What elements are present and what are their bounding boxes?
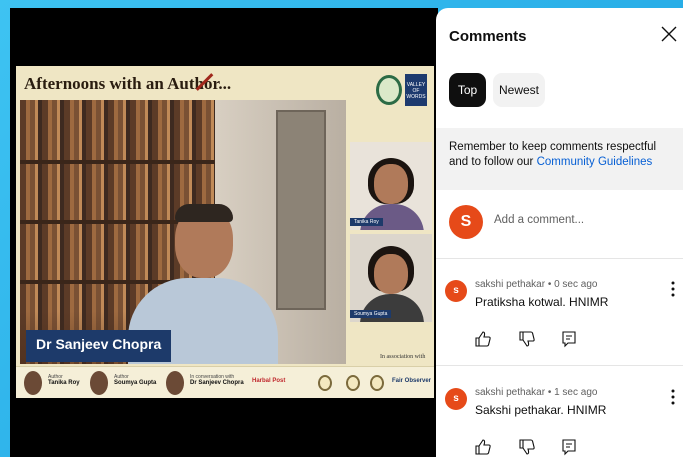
sponsor-logo: Fair Observer bbox=[392, 378, 432, 384]
comment-meta: sakshi pethakar • 0 sec ago bbox=[475, 279, 598, 290]
thumbs-up-icon[interactable] bbox=[474, 438, 492, 456]
seal-icon bbox=[318, 375, 332, 391]
add-comment-row: S Add a comment... bbox=[436, 196, 683, 258]
author-photo bbox=[90, 371, 108, 395]
host-photo bbox=[166, 371, 184, 395]
tab-newest[interactable]: Newest bbox=[493, 73, 545, 107]
comments-panel: Comments Top Newest Remember to keep com… bbox=[436, 8, 683, 457]
panel-title: Comments bbox=[449, 28, 527, 45]
participant-face bbox=[374, 254, 408, 294]
emblem-logo bbox=[376, 75, 402, 105]
close-icon[interactable] bbox=[657, 22, 681, 46]
divider bbox=[436, 365, 683, 366]
thumbs-down-icon[interactable] bbox=[518, 330, 536, 348]
participant-face bbox=[374, 164, 408, 204]
participant-video-2: Soumya Gupta bbox=[350, 234, 432, 322]
author-photo bbox=[24, 371, 42, 395]
person-name: Dr Sanjeev Chopra bbox=[190, 380, 244, 386]
community-notice: Remember to keep comments respectful and… bbox=[436, 128, 683, 190]
person-name: Soumya Gupta bbox=[114, 380, 157, 386]
divider bbox=[436, 258, 683, 259]
association-text: In association with bbox=[380, 354, 426, 360]
participant-label: Tanika Roy bbox=[350, 218, 383, 226]
more-options-icon[interactable] bbox=[667, 280, 679, 298]
thumbs-down-icon[interactable] bbox=[518, 438, 536, 456]
more-options-icon[interactable] bbox=[667, 388, 679, 406]
footer-person: Author Soumya Gupta bbox=[114, 374, 156, 386]
video-frame: Afternoons with an Author... VALLEY OF W… bbox=[16, 66, 434, 398]
comment-item: s sakshi pethakar • 1 sec ago Sakshi pet… bbox=[436, 374, 683, 457]
add-comment-input[interactable]: Add a comment... bbox=[494, 214, 584, 226]
comment-text: Sakshi pethakar. HNIMR bbox=[475, 403, 607, 417]
avatar[interactable]: s bbox=[445, 388, 467, 410]
shelf bbox=[20, 160, 215, 164]
thumbs-up-icon[interactable] bbox=[474, 330, 492, 348]
banner-footer: Author Tanika Roy Author Soumya Gupta In… bbox=[16, 366, 434, 398]
main-speaker-video bbox=[20, 100, 346, 364]
footer-person: Author Tanika Roy bbox=[48, 374, 80, 386]
avatar[interactable]: S bbox=[449, 205, 483, 239]
comment-text: Pratiksha kotwal. HNIMR bbox=[475, 295, 609, 309]
community-guidelines-link[interactable]: Community Guidelines bbox=[537, 156, 653, 168]
valley-of-words-logo: VALLEY OF WORDS bbox=[405, 74, 427, 106]
person-name: Tanika Roy bbox=[48, 380, 80, 386]
seal-icon bbox=[370, 375, 384, 391]
participant-video-1: Tanika Roy bbox=[350, 142, 432, 230]
participant-body bbox=[360, 204, 424, 230]
speaker-hair bbox=[175, 204, 233, 222]
seal-icon bbox=[346, 375, 360, 391]
participant-label: Soumya Gupta bbox=[350, 310, 392, 318]
tab-top[interactable]: Top bbox=[449, 73, 486, 107]
comment-meta: sakshi pethakar • 1 sec ago bbox=[475, 387, 598, 398]
reply-icon[interactable] bbox=[560, 438, 578, 456]
reply-icon[interactable] bbox=[560, 330, 578, 348]
panel-header: Comments bbox=[436, 8, 683, 64]
avatar[interactable]: s bbox=[445, 280, 467, 302]
door bbox=[276, 110, 326, 310]
sponsor-logo: Harbal Post bbox=[252, 378, 286, 384]
footer-person: In conversation with Dr Sanjeev Chopra bbox=[190, 374, 244, 386]
speaker-name-tag: Dr Sanjeev Chopra bbox=[26, 330, 172, 362]
comment-item: s sakshi pethakar • 0 sec ago Pratiksha … bbox=[436, 266, 683, 366]
